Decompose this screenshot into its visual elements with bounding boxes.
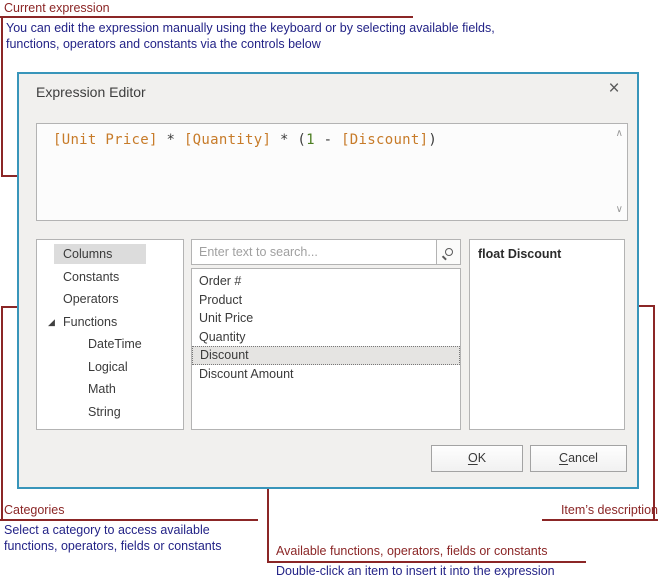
expression-token: - xyxy=(314,132,342,148)
cancel-button-label: ancel xyxy=(568,451,598,465)
ok-button-mnemonic: O xyxy=(467,451,478,465)
annotation-current-expression-label-text: Current expression xyxy=(4,1,110,15)
list-item-discount-amount[interactable]: Discount Amount xyxy=(192,365,460,384)
scroll-up-icon[interactable]: ∧ xyxy=(616,129,623,139)
list-item-quantity[interactable]: Quantity xyxy=(192,328,460,347)
expression-token: ) xyxy=(428,132,438,148)
expression-token: [Quantity] xyxy=(183,132,272,148)
callout-vline-item-description xyxy=(653,305,655,521)
category-item-math[interactable]: Math xyxy=(37,378,183,401)
list-item-unit-price[interactable]: Unit Price xyxy=(192,309,460,328)
expression-token: * xyxy=(157,132,184,148)
callout-vline-categories xyxy=(1,306,3,521)
category-item-constants[interactable]: Constants xyxy=(37,266,183,289)
list-item-product[interactable]: Product xyxy=(192,291,460,310)
ok-button[interactable]: OK xyxy=(431,445,523,472)
category-label: DateTime xyxy=(88,337,142,351)
ok-button-label: K xyxy=(477,451,487,465)
expression-token: * xyxy=(271,132,298,148)
expression-text: [Unit Price] * [Quantity] * (1 - [Discou… xyxy=(53,132,437,148)
category-label: Operators xyxy=(63,292,119,306)
annotation-note-line: functions, operators, fields or constant… xyxy=(4,539,222,553)
category-label: Logical xyxy=(88,359,128,374)
annotation-note-line: You can edit the expression manually usi… xyxy=(6,21,495,35)
annotation-available-items-label: Available functions, operators, fields o… xyxy=(276,544,548,558)
expression-token: [Discount] xyxy=(341,132,429,148)
list-item-order-number[interactable]: Order # xyxy=(192,272,460,291)
category-item-columns[interactable]: Columns xyxy=(37,243,183,266)
cancel-button-mnemonic: C xyxy=(559,451,569,465)
expression-input[interactable]: [Unit Price] * [Quantity] * (1 - [Discou… xyxy=(36,123,628,221)
list-item-discount[interactable]: Discount xyxy=(192,346,460,365)
category-label: Functions xyxy=(63,314,118,329)
search-input[interactable] xyxy=(192,240,436,264)
callout-underline-categories xyxy=(0,519,258,521)
expression-token: ( xyxy=(297,132,307,148)
category-label: String xyxy=(88,404,121,419)
categories-list: Columns Constants Operators ◢ Functions … xyxy=(36,239,184,430)
expression-token: 1 xyxy=(306,132,315,148)
callout-vline-current-expression xyxy=(1,16,3,177)
category-item-datetime[interactable]: DateTime xyxy=(37,333,183,356)
annotation-item-description-label: Item’s description xyxy=(560,503,658,517)
annotation-categories-label: Categories xyxy=(4,503,65,517)
callout-underline-current-expression xyxy=(0,16,413,18)
category-label: Columns xyxy=(63,247,113,261)
callout-underline-item-description xyxy=(542,519,658,521)
scroll-down-icon[interactable]: ∨ xyxy=(616,205,623,215)
category-label: Constants xyxy=(63,269,120,284)
item-description-panel: float Discount xyxy=(469,239,625,430)
close-icon[interactable]: × xyxy=(603,78,625,100)
category-item-string[interactable]: String xyxy=(37,401,183,424)
annotation-note-line: Select a category to access available xyxy=(4,523,210,537)
category-item-operators[interactable]: Operators xyxy=(37,288,183,311)
expression-editor-dialog: Expression Editor × [Unit Price] * [Quan… xyxy=(17,72,639,489)
cancel-button[interactable]: Cancel xyxy=(530,445,627,472)
category-item-functions[interactable]: ◢ Functions xyxy=(37,311,183,334)
search-button[interactable] xyxy=(436,240,460,264)
search-icon xyxy=(444,248,453,256)
annotation-categories-note: Select a category to access available fu… xyxy=(4,522,221,554)
screenshot-root: Current expression You can edit the expr… xyxy=(0,0,659,583)
category-item-logical[interactable]: Logical xyxy=(37,356,183,379)
search-box xyxy=(191,239,461,265)
category-label: Math xyxy=(88,382,116,396)
annotation-current-expression-note: You can edit the expression manually usi… xyxy=(6,20,495,52)
annotation-available-items-note: Double-click an item to insert it into t… xyxy=(276,564,555,578)
item-description-text: float Discount xyxy=(478,247,562,261)
dialog-title: Expression Editor xyxy=(36,84,146,100)
annotation-note-line: functions, operators and constants via t… xyxy=(6,37,321,51)
fields-list: Order # Product Unit Price Quantity Disc… xyxy=(191,268,461,430)
expand-collapse-icon[interactable]: ◢ xyxy=(48,311,55,334)
expression-token: [Unit Price] xyxy=(53,132,158,148)
